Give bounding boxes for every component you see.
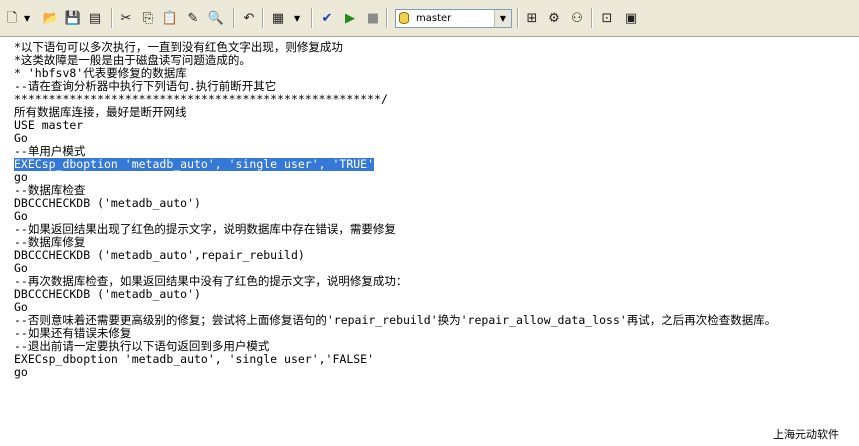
open-icon[interactable]: 📂	[42, 9, 60, 27]
code-line: DBCCCHECKDB ('metadb_auto')	[14, 287, 201, 301]
code-line: go	[14, 365, 28, 379]
properties-icon[interactable]: ⊡	[598, 9, 616, 27]
undo-icon[interactable]: ↶	[240, 9, 258, 27]
toolbar-separator	[311, 8, 313, 28]
current-connection-icon[interactable]: ⚇	[568, 9, 586, 27]
copy-icon[interactable]: ⎘	[139, 9, 157, 27]
object-browser-icon[interactable]: ⊞	[523, 9, 541, 27]
watermark: 上海元动软件	[773, 428, 839, 441]
stop-icon[interactable]: ■	[364, 9, 382, 27]
save-icon[interactable]: 💾	[64, 9, 82, 27]
new-query-dropdown-icon[interactable]: ▼	[24, 15, 31, 23]
toolbar-separator	[517, 8, 519, 28]
cut-icon[interactable]: ✂	[117, 9, 135, 27]
toolbar-separator	[591, 8, 593, 28]
toolbar-separator	[262, 8, 264, 28]
code-line: DBCCCHECKDB ('metadb_auto')	[14, 196, 201, 210]
toolbar-separator	[233, 8, 235, 28]
parse-icon[interactable]: ✔	[318, 9, 336, 27]
show-results-icon[interactable]: ▣	[622, 9, 640, 27]
code-line: EXECsp_dboption 'metadb_auto', 'single u…	[14, 352, 375, 366]
paste-icon[interactable]: 📋	[161, 9, 179, 27]
object-search-icon[interactable]: ⚙	[545, 9, 563, 27]
database-select-value: master	[416, 13, 452, 24]
chevron-down-icon[interactable]: ▼	[494, 10, 511, 27]
load-script-icon[interactable]: ▤	[86, 9, 104, 27]
results-mode-dropdown-icon[interactable]: ▼	[294, 15, 301, 23]
query-editor[interactable]: *以下语句可以多次执行，一直到没有红色文字出现，则修复成功 *这类故障是一般是由于…	[0, 38, 859, 446]
results-mode-icon[interactable]: ▦	[269, 9, 287, 27]
database-icon	[399, 12, 409, 24]
code-line: EXECsp_dboption 'metadb_auto', 'single u…	[14, 157, 375, 171]
database-select[interactable]: master ▼	[395, 9, 512, 28]
code-line: DBCCCHECKDB ('metadb_auto',repair_rebuil…	[14, 248, 305, 262]
execute-icon[interactable]: ▶	[341, 9, 359, 27]
new-query-icon[interactable]: 🗋	[3, 9, 21, 27]
clear-icon[interactable]: ✎	[184, 9, 202, 27]
find-icon[interactable]: 🔍	[207, 9, 225, 27]
toolbar-separator	[386, 8, 388, 28]
toolbar: master ▼ 🗋 📂 💾 ▤ ✂ ⎘ 📋 ✎ 🔍 ↶ ▦ ✔ ▶ ■ ⊞ ⚙ ⚇ ⊡ ▣ ▼ ▼	[0, 0, 859, 37]
toolbar-separator	[111, 8, 113, 28]
